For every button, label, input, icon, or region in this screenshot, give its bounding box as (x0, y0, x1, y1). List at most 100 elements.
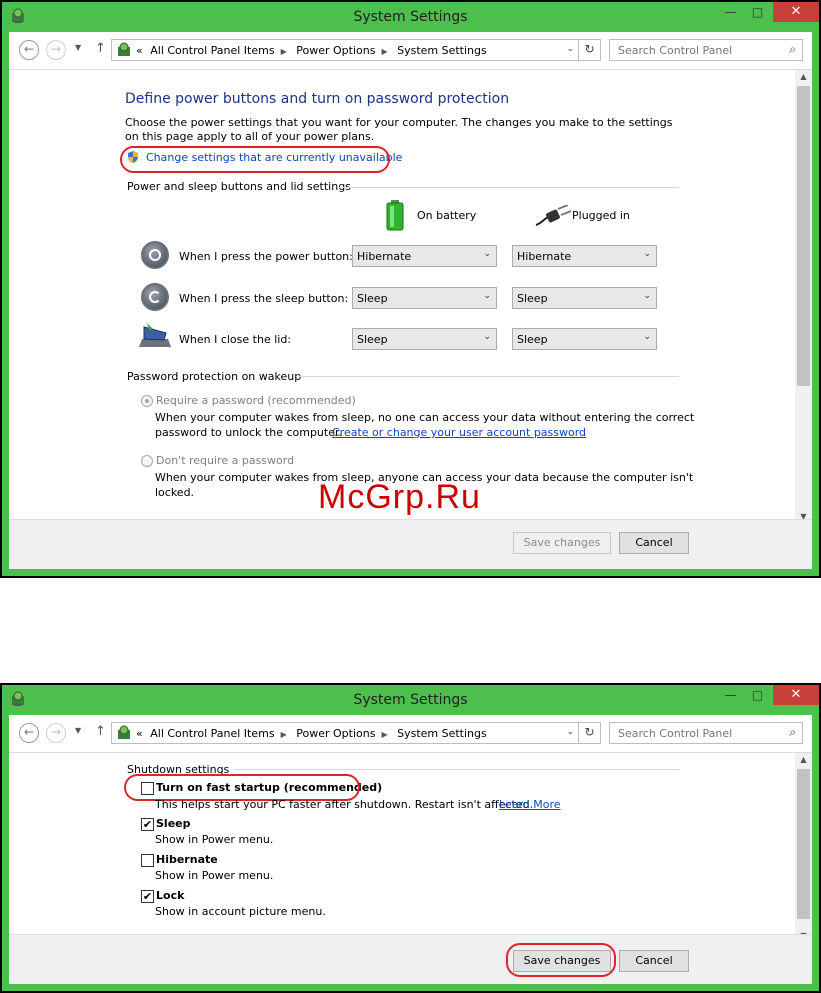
address-bar[interactable]: « All Control Panel Items ▶ Power Options… (111, 39, 601, 61)
section-power-buttons: Power and sleep buttons and lid settings (127, 180, 351, 193)
control-panel-icon (118, 725, 130, 739)
breadcrumb-separator-icon[interactable]: ▶ (281, 47, 287, 56)
breadcrumb: « All Control Panel Items ▶ Power Options… (136, 44, 491, 57)
section-divider (339, 187, 679, 188)
sleep-label: Sleep (156, 817, 191, 830)
maximize-button[interactable]: □ (744, 2, 771, 22)
hibernate-desc: Show in Power menu. (155, 869, 274, 882)
cancel-button[interactable]: Cancel (619, 532, 689, 554)
search-icon[interactable]: ⌕ (789, 42, 796, 57)
chevron-down-icon: ⌄ (483, 332, 491, 342)
section-divider (234, 769, 679, 770)
fast-startup-desc: This helps start your PC faster after sh… (155, 798, 534, 811)
close-button[interactable]: ✕ (773, 685, 819, 705)
row-label-close-lid: When I close the lid: (179, 333, 292, 346)
breadcrumb-item[interactable]: Power Options (296, 44, 375, 57)
settings-content: Define power buttons and turn on passwor… (9, 70, 812, 523)
row-label-sleep-button: When I press the sleep button: (179, 292, 349, 305)
title-bar[interactable]: System Settings — □ ✕ (2, 685, 819, 715)
vertical-scrollbar[interactable]: ▲ ▼ (795, 70, 812, 523)
chevron-down-icon: ⌄ (643, 249, 651, 259)
forward-button[interactable]: → (46, 723, 66, 743)
power-button-icon (141, 241, 169, 269)
sleep-button-battery-select[interactable]: Sleep ⌄ (352, 287, 497, 309)
close-button[interactable]: ✕ (773, 2, 819, 22)
section-divider (299, 376, 679, 377)
chevron-down-icon: ⌄ (643, 291, 651, 301)
highlight-oval (120, 146, 390, 173)
column-plugged-in: Plugged in (572, 209, 630, 222)
breadcrumb: « All Control Panel Items ▶ Power Options… (136, 727, 491, 740)
recent-pages-chevron-icon[interactable]: ▼ (75, 43, 81, 52)
navigation-bar: ← → ▼ ↑ « All Control Panel Items ▶ Power… (9, 715, 812, 753)
refresh-button[interactable]: ↻ (578, 40, 600, 60)
minimize-button[interactable]: — (717, 685, 744, 705)
row-label-power-button: When I press the power button: (179, 250, 353, 263)
page-description: Choose the power settings that you want … (125, 116, 673, 143)
learn-more-link[interactable]: Learn More (499, 798, 561, 811)
chevron-down-icon: ⌄ (643, 332, 651, 342)
power-button-battery-select[interactable]: Hibernate ⌄ (352, 245, 497, 267)
control-panel-icon (118, 42, 130, 56)
sleep-button-icon (141, 283, 169, 311)
scroll-thumb[interactable] (797, 86, 810, 386)
up-arrow-icon[interactable]: ↑ (95, 724, 106, 739)
back-button[interactable]: ← (19, 40, 39, 60)
maximize-button[interactable]: □ (744, 685, 771, 705)
hibernate-checkbox[interactable] (141, 854, 154, 867)
require-password-radio[interactable] (141, 395, 153, 407)
minimize-button[interactable]: — (717, 2, 744, 22)
require-password-desc: When your computer wakes from sleep, no … (155, 411, 695, 424)
cancel-button[interactable]: Cancel (619, 950, 689, 972)
lock-checkbox[interactable]: ✔ (141, 890, 154, 903)
close-lid-plugged-select[interactable]: Sleep ⌄ (512, 328, 657, 350)
navigation-bar: ← → ▼ ↑ « All Control Panel Items ▶ Power… (9, 32, 812, 70)
up-arrow-icon[interactable]: ↑ (95, 41, 106, 56)
scroll-thumb[interactable] (797, 769, 810, 919)
forward-button[interactable]: → (46, 40, 66, 60)
select-value: Sleep (517, 333, 548, 346)
dialog-footer: Save changes Cancel (9, 934, 812, 984)
scroll-up-icon[interactable]: ▲ (795, 72, 812, 81)
search-input[interactable]: Search Control Panel ⌕ (609, 39, 803, 61)
search-icon[interactable]: ⌕ (789, 725, 796, 740)
save-changes-button[interactable]: Save changes (513, 532, 611, 554)
address-dropdown-chevron-icon[interactable]: ⌄ (566, 44, 574, 54)
breadcrumb-item[interactable]: System Settings (397, 44, 487, 57)
dialog-footer: Save changes Cancel (9, 519, 812, 569)
search-placeholder: Search Control Panel (618, 44, 733, 57)
breadcrumb-separator-icon[interactable]: ▶ (381, 730, 387, 739)
breadcrumb-item[interactable]: System Settings (397, 727, 487, 740)
breadcrumb-item[interactable]: All Control Panel Items (150, 727, 274, 740)
close-lid-battery-select[interactable]: Sleep ⌄ (352, 328, 497, 350)
scroll-up-icon[interactable]: ▲ (795, 755, 812, 764)
settings-content: Shutdown settings Turn on fast startup (… (9, 753, 812, 942)
breadcrumb-item[interactable]: All Control Panel Items (150, 44, 274, 57)
power-button-plugged-select[interactable]: Hibernate ⌄ (512, 245, 657, 267)
title-bar[interactable]: System Settings — □ ✕ (2, 2, 819, 32)
power-plug-icon (535, 205, 572, 226)
no-password-desc-2: locked. (155, 486, 195, 499)
vertical-scrollbar[interactable]: ▲ ▼ (795, 753, 812, 942)
window-title: System Settings (353, 692, 468, 708)
breadcrumb-prefix: « (136, 727, 143, 740)
sleep-button-plugged-select[interactable]: Sleep ⌄ (512, 287, 657, 309)
refresh-button[interactable]: ↻ (578, 723, 600, 743)
search-input[interactable]: Search Control Panel ⌕ (609, 722, 803, 744)
search-placeholder: Search Control Panel (618, 727, 733, 740)
no-password-radio[interactable] (141, 455, 153, 467)
no-password-label: Don't require a password (156, 454, 295, 467)
address-dropdown-chevron-icon[interactable]: ⌄ (566, 727, 574, 737)
lock-desc: Show in account picture menu. (155, 905, 326, 918)
recent-pages-chevron-icon[interactable]: ▼ (75, 726, 81, 735)
breadcrumb-separator-icon[interactable]: ▶ (381, 47, 387, 56)
select-value: Sleep (357, 292, 388, 305)
sleep-checkbox[interactable]: ✔ (141, 818, 154, 831)
battery-icon (386, 200, 404, 231)
breadcrumb-item[interactable]: Power Options (296, 727, 375, 740)
back-button[interactable]: ← (19, 723, 39, 743)
lock-label: Lock (156, 889, 185, 902)
breadcrumb-separator-icon[interactable]: ▶ (281, 730, 287, 739)
create-password-link[interactable]: Create or change your user account passw… (332, 426, 586, 439)
address-bar[interactable]: « All Control Panel Items ▶ Power Options… (111, 722, 601, 744)
